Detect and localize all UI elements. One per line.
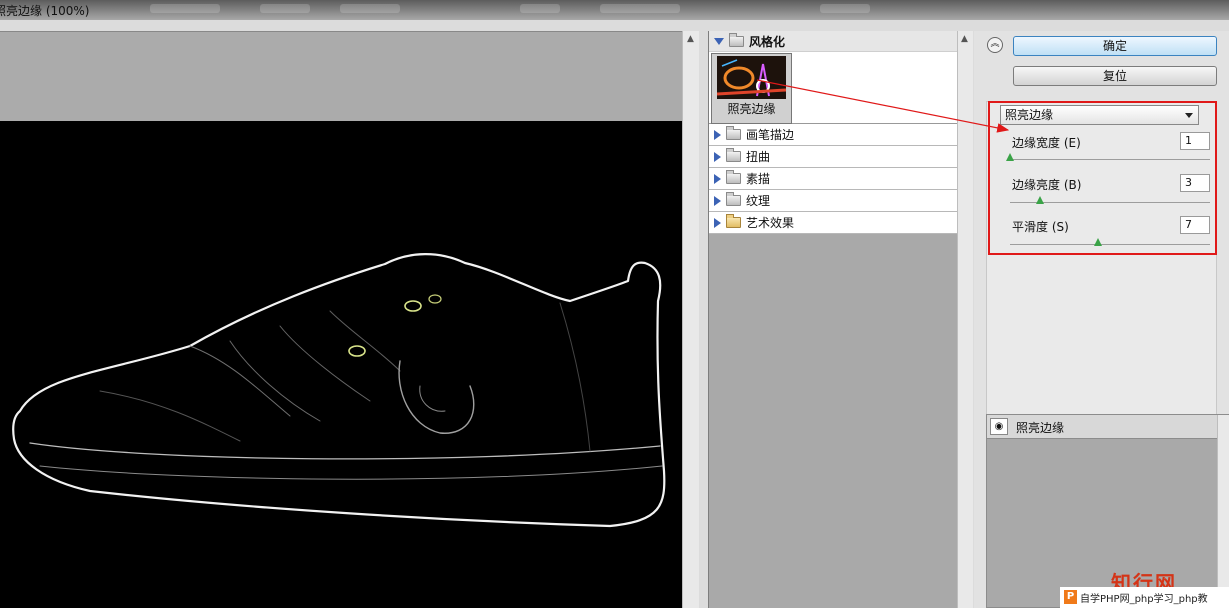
category-label: 画笔描边 bbox=[746, 128, 795, 142]
watermark-logo-icon: P bbox=[1064, 590, 1077, 604]
category-sketch[interactable]: 素描 bbox=[709, 168, 958, 190]
preview-scrollbar[interactable]: ▲ bbox=[682, 31, 699, 608]
settings-column: ︽ 确定 复位 照亮边缘 边缘宽度 (E) 1 边缘亮度 (B) 3 平滑度 (… bbox=[974, 31, 1229, 608]
expand-right-icon[interactable] bbox=[714, 151, 721, 162]
filter-thumbnail-glowing-edges[interactable]: 照亮边缘 bbox=[711, 53, 792, 124]
window-title: 照亮边缘 (100%) bbox=[0, 4, 90, 18]
title-bar: 照亮边缘 (100%) bbox=[0, 0, 1229, 20]
expand-down-icon[interactable] bbox=[714, 37, 724, 45]
folder-icon bbox=[726, 192, 741, 206]
gallery-scrollbar[interactable]: ▲ bbox=[957, 31, 973, 608]
expand-right-icon[interactable] bbox=[714, 129, 721, 140]
category-label: 风格化 bbox=[749, 34, 786, 49]
category-list: 画笔描边 扭曲 素描 纹理 艺术效果 bbox=[709, 124, 958, 234]
filter-gallery: 风格化 照亮边缘 画笔描边 扭曲 素描 纹理 艺术效果 bbox=[708, 31, 958, 608]
scroll-up-icon[interactable]: ▲ bbox=[687, 34, 694, 44]
effect-layer-name: 照亮边缘 bbox=[1016, 421, 1065, 435]
watermark-text: 自学PHP网_php学习_php教 bbox=[1080, 594, 1208, 605]
thumbnail-image bbox=[717, 56, 786, 99]
category-label: 艺术效果 bbox=[746, 216, 795, 230]
effect-layers-panel: ◉ 照亮边缘 bbox=[986, 414, 1229, 608]
category-brush-strokes[interactable]: 画笔描边 bbox=[709, 124, 958, 146]
expand-right-icon[interactable] bbox=[714, 173, 721, 184]
category-header-stylize[interactable]: 风格化 bbox=[709, 31, 958, 52]
eye-icon[interactable]: ◉ bbox=[990, 418, 1008, 435]
category-artistic[interactable]: 艺术效果 bbox=[709, 212, 958, 234]
folder-icon bbox=[726, 170, 741, 184]
category-distort[interactable]: 扭曲 bbox=[709, 146, 958, 168]
category-texture[interactable]: 纹理 bbox=[709, 190, 958, 212]
thumbnail-caption: 照亮边缘 bbox=[727, 102, 776, 116]
category-label: 素描 bbox=[746, 172, 771, 186]
collapse-gallery-icon[interactable]: ︽ bbox=[987, 37, 1003, 53]
folder-icon bbox=[729, 32, 744, 47]
scroll-up-icon[interactable]: ▲ bbox=[961, 34, 968, 44]
ok-button[interactable]: 确定 bbox=[1013, 36, 1217, 56]
folder-icon bbox=[726, 214, 741, 228]
thumbnail-art bbox=[717, 56, 786, 99]
effect-layer-row[interactable]: ◉ 照亮边缘 bbox=[987, 415, 1217, 439]
expand-right-icon[interactable] bbox=[714, 217, 721, 228]
preview-panel[interactable] bbox=[0, 31, 682, 608]
category-label: 扭曲 bbox=[746, 150, 771, 164]
layers-scrollbar[interactable] bbox=[1217, 415, 1229, 607]
folder-icon bbox=[726, 148, 741, 162]
preview-canvas[interactable] bbox=[0, 121, 682, 608]
category-label: 纹理 bbox=[746, 194, 771, 208]
shoe-edge-image bbox=[12, 253, 666, 528]
reset-button[interactable]: 复位 bbox=[1013, 66, 1217, 86]
category-stylize: 风格化 照亮边缘 bbox=[709, 31, 958, 124]
folder-icon bbox=[726, 126, 741, 140]
expand-right-icon[interactable] bbox=[714, 195, 721, 206]
annotation-highlight-box bbox=[988, 101, 1217, 255]
